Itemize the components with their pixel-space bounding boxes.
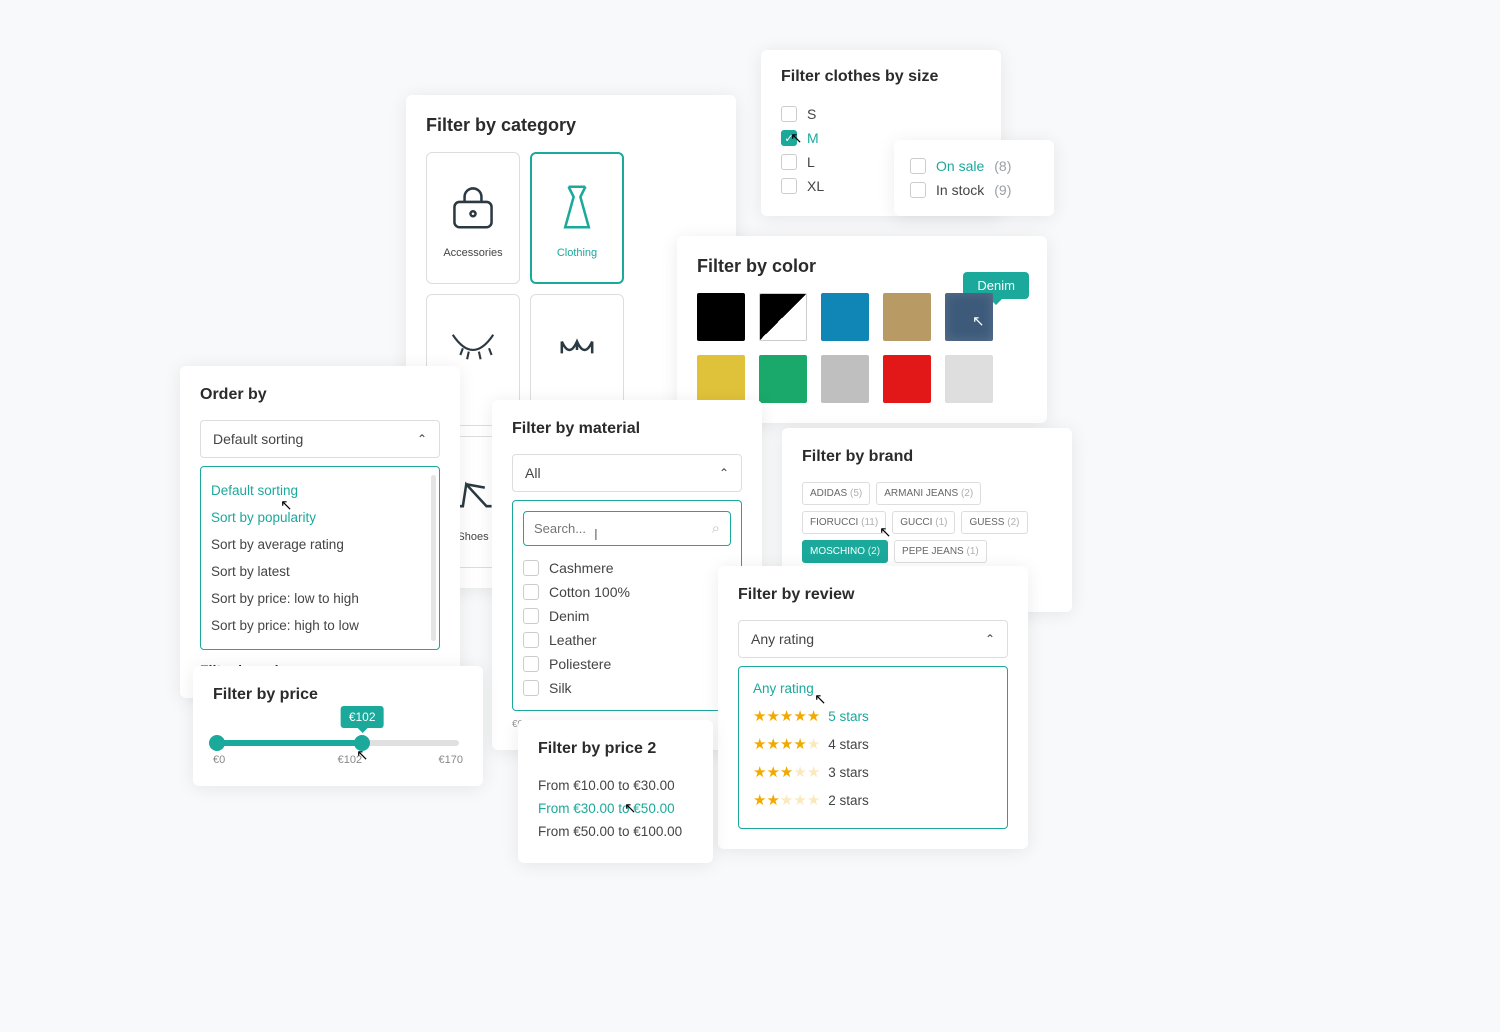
- swatch-blue[interactable]: [821, 293, 869, 341]
- checkbox-icon: [910, 182, 926, 198]
- swatch-red[interactable]: [883, 355, 931, 403]
- swatch-black[interactable]: [697, 293, 745, 341]
- dress-icon: [550, 177, 604, 237]
- material-dropdown-toggle[interactable]: All ⌃: [512, 454, 742, 492]
- material-dropdown-body: I ⌕ Cashmere Cotton 100% Denim Leather P…: [512, 500, 742, 711]
- rating-3[interactable]: ★★★★★3 stars: [753, 758, 993, 786]
- checkbox-icon: [523, 584, 539, 600]
- checkbox-icon: [781, 154, 797, 170]
- swatch-yellow[interactable]: [697, 355, 745, 403]
- swatch-grid: [697, 293, 1027, 403]
- panel-title: Filter by price 2: [538, 740, 693, 758]
- filter-stock-panel: On sale(8) In stock(9): [894, 140, 1054, 216]
- checkbox-icon: [523, 680, 539, 696]
- order-option[interactable]: Sort by average rating: [201, 531, 431, 558]
- stars-icon: ★★★★★: [753, 735, 820, 753]
- panel-title: Order by: [200, 386, 440, 404]
- rating-2[interactable]: ★★★★★2 stars: [753, 786, 993, 814]
- checkbox-icon: [523, 656, 539, 672]
- brand-chip[interactable]: PEPE JEANS (1): [894, 540, 987, 563]
- checkbox-icon: [781, 106, 797, 122]
- order-dropdown-list: Default sorting Sort by popularity Sort …: [200, 466, 440, 650]
- category-label: Accessories: [443, 247, 502, 259]
- swatch-lightgrey[interactable]: [945, 355, 993, 403]
- order-dropdown-toggle[interactable]: Default sorting ⌃: [200, 420, 440, 458]
- order-by-panel: Order by Default sorting ⌃ Default sorti…: [180, 366, 460, 698]
- brand-chip[interactable]: MOSCHINO (2): [802, 540, 888, 563]
- rating-any[interactable]: Any rating: [753, 681, 993, 702]
- price-range[interactable]: From €50.00 to €100.00: [538, 820, 693, 843]
- price-range[interactable]: From €30.00 to €50.00: [538, 797, 693, 820]
- stock-in-stock[interactable]: In stock(9): [910, 178, 1038, 202]
- filter-review-panel: Filter by review Any rating ⌃ Any rating…: [718, 566, 1028, 849]
- stock-on-sale[interactable]: On sale(8): [910, 154, 1038, 178]
- price-slider[interactable]: €102: [217, 740, 459, 746]
- lingerie-icon: [550, 325, 604, 385]
- swatch-green[interactable]: [759, 355, 807, 403]
- search-icon: ⌕: [712, 520, 720, 537]
- material-option[interactable]: Leather: [523, 628, 731, 652]
- swatch-tan[interactable]: [883, 293, 931, 341]
- material-search[interactable]: I ⌕: [523, 511, 731, 546]
- checkbox-icon: [523, 632, 539, 648]
- handbag-icon: [446, 177, 500, 237]
- filter-price2-panel: Filter by price 2 From €10.00 to €30.00 …: [518, 720, 713, 863]
- panel-title: Filter by category: [426, 115, 716, 136]
- panel-title: Filter clothes by size: [781, 68, 981, 86]
- rating-4[interactable]: ★★★★★4 stars: [753, 730, 993, 758]
- checkbox-checked-icon: ✓: [781, 130, 797, 146]
- checkbox-icon: [781, 178, 797, 194]
- order-option[interactable]: Default sorting: [201, 477, 431, 504]
- price-range[interactable]: From €10.00 to €30.00: [538, 774, 693, 797]
- slider-labels: €0 €102 €170: [213, 754, 463, 766]
- material-option[interactable]: Cashmere: [523, 556, 731, 580]
- brand-chip[interactable]: GUCCI (1): [892, 511, 955, 534]
- search-input[interactable]: [534, 521, 712, 536]
- panel-title: Filter by material: [512, 420, 742, 438]
- checkbox-icon: [523, 560, 539, 576]
- text-cursor-icon: I: [594, 527, 598, 545]
- checkbox-icon: [523, 608, 539, 624]
- order-option[interactable]: Sort by price: low to high: [201, 585, 431, 612]
- material-option[interactable]: Denim: [523, 604, 731, 628]
- filter-color-panel: Filter by color Denim: [677, 236, 1047, 423]
- stars-icon: ★★★★★: [753, 707, 820, 725]
- checkbox-icon: [910, 158, 926, 174]
- swatch-grey[interactable]: [821, 355, 869, 403]
- panel-title: Filter by brand: [802, 448, 1052, 466]
- brand-chip[interactable]: GUESS (2): [961, 511, 1027, 534]
- panel-title: Filter by review: [738, 586, 1008, 604]
- swatch-denim[interactable]: [945, 293, 993, 341]
- slider-handle-min[interactable]: [209, 735, 225, 751]
- order-option[interactable]: Sort by price: high to low: [201, 612, 431, 639]
- rating-5[interactable]: ★★★★★5 stars: [753, 702, 993, 730]
- size-option-s[interactable]: S: [781, 102, 981, 126]
- chevron-up-icon: ⌃: [985, 632, 995, 646]
- stars-icon: ★★★★★: [753, 763, 820, 781]
- swatch-two-tone[interactable]: [759, 293, 807, 341]
- slider-fill: [217, 740, 362, 746]
- category-accessories[interactable]: Accessories: [426, 152, 520, 284]
- order-option[interactable]: Sort by latest: [201, 558, 431, 585]
- category-label: Shoes: [457, 531, 488, 543]
- review-list: Any rating ★★★★★5 stars ★★★★★4 stars ★★★…: [738, 666, 1008, 829]
- category-label: Clothing: [557, 247, 597, 259]
- panel-title: Filter by price: [213, 686, 463, 704]
- review-dropdown-toggle[interactable]: Any rating ⌃: [738, 620, 1008, 658]
- slider-handle-max[interactable]: [354, 735, 370, 751]
- material-option[interactable]: Silk: [523, 676, 731, 700]
- brand-chip[interactable]: FIORUCCI (11): [802, 511, 886, 534]
- stars-icon: ★★★★★: [753, 791, 820, 809]
- price-badge: €102: [341, 706, 384, 728]
- order-option[interactable]: Sort by popularity: [201, 504, 431, 531]
- chevron-up-icon: ⌃: [719, 466, 729, 480]
- brand-chip[interactable]: ADIDAS (5): [802, 482, 870, 505]
- filter-price-panel: Filter by price €102 €0 €102 €170: [193, 666, 483, 786]
- scrollbar[interactable]: [431, 475, 436, 641]
- brand-chip[interactable]: ARMANI JEANS (2): [876, 482, 981, 505]
- material-option[interactable]: Cotton 100%: [523, 580, 731, 604]
- category-clothing[interactable]: Clothing: [530, 152, 624, 284]
- chevron-up-icon: ⌃: [417, 432, 427, 446]
- material-option[interactable]: Poliestere: [523, 652, 731, 676]
